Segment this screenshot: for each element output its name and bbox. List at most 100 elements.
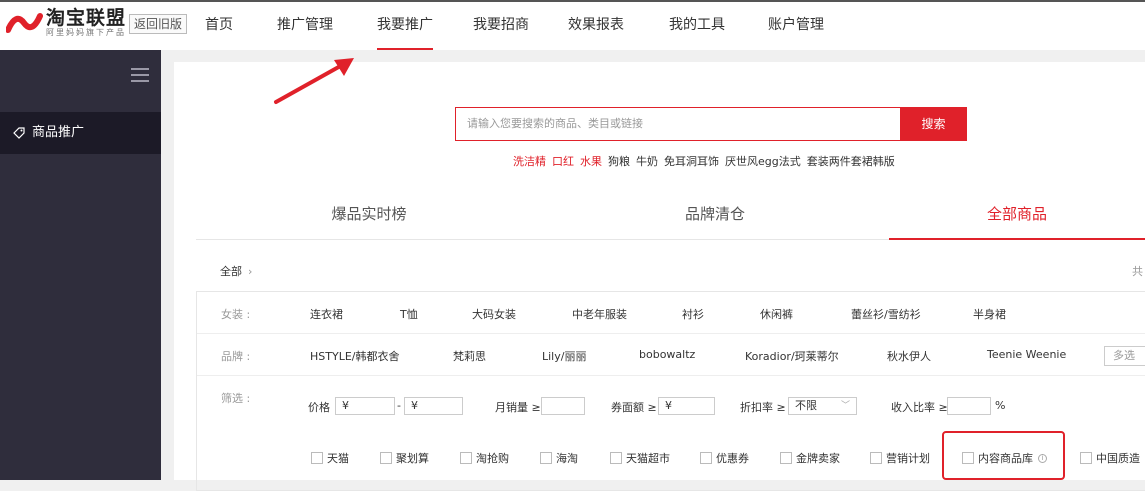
category-item[interactable]: 连衣裙 — [310, 306, 343, 322]
total-count-label: 共 — [1132, 265, 1143, 278]
category-item[interactable]: 大码女装 — [472, 306, 516, 322]
checkbox-juhuasuan[interactable]: 聚划算 — [380, 450, 429, 466]
checkbox-label: 天猫超市 — [626, 452, 670, 465]
nav-promote[interactable]: 我要推广 — [377, 2, 433, 50]
checkbox-label: 天猫 — [327, 452, 349, 465]
chevron-down-icon: ﹀ — [840, 401, 850, 411]
category-item[interactable]: 蕾丝衫/雪纺衫 — [851, 306, 921, 322]
checkbox-tmall[interactable]: 天猫 — [311, 450, 349, 466]
discount-label: 折扣率 ≥ — [740, 401, 786, 414]
hot-word[interactable]: 口红 — [552, 153, 574, 169]
sidebar-item-product-promotion[interactable]: 商品推广 — [0, 112, 161, 154]
category-item[interactable]: 休闲裤 — [760, 306, 793, 322]
checkbox-label: 金牌卖家 — [796, 452, 840, 465]
checkbox-label: 中国质造 — [1096, 452, 1140, 465]
nav-tools[interactable]: 我的工具 — [669, 2, 725, 50]
main-nav: 首页 推广管理 我要推广 我要招商 效果报表 我的工具 账户管理 — [190, 2, 824, 50]
annotation-arrow-icon — [274, 58, 354, 104]
logo-mark-icon — [5, 10, 44, 36]
checkbox-box[interactable] — [1080, 452, 1092, 464]
nav-merchant-recruit[interactable]: 我要招商 — [473, 2, 529, 50]
hot-word[interactable]: 免耳洞耳饰 — [664, 153, 719, 169]
checkbox-box[interactable] — [311, 452, 323, 464]
checkbox-gold-seller[interactable]: 金牌卖家 — [780, 450, 840, 466]
tab-all-products[interactable]: 全部商品 — [889, 190, 1145, 240]
menu-toggle-icon[interactable] — [131, 68, 149, 86]
filter-row-category: 女装 : 连衣裙 T恤 大码女装 中老年服装 衬衫 休闲裤 蕾丝衫/雪纺衫 半身… — [197, 292, 1145, 334]
tag-icon — [13, 127, 25, 139]
discount-value: 不限 — [795, 399, 817, 412]
checkbox-box[interactable] — [780, 452, 792, 464]
brand-item[interactable]: 梵莉思 — [453, 348, 486, 364]
nav-account[interactable]: 账户管理 — [768, 2, 824, 50]
main-content: 请输入您要搜索的商品、类目或链接 搜索 洗洁精 口红 水果 狗粮 牛奶 免耳洞耳… — [174, 62, 1145, 491]
filter-row-brand: 品牌 : HSTYLE/韩都衣舍 梵莉思 Lily/丽丽 bobowaltz K… — [197, 334, 1145, 376]
brand-item[interactable]: Koradior/珂莱蒂尔 — [745, 348, 839, 364]
price-max-input[interactable]: ¥ — [404, 397, 463, 415]
hot-word[interactable]: 厌世风egg法式 — [725, 153, 801, 169]
income-ratio-input[interactable] — [947, 397, 991, 415]
filter-label: 品牌 : — [221, 350, 251, 363]
monthly-sales-label: 月销量 ≥ — [495, 401, 541, 414]
checkbox-box[interactable] — [540, 452, 552, 464]
product-tabs: 爆品实时榜 品牌清仓 全部商品 — [196, 190, 1145, 240]
brand-item[interactable]: Teenie Weenie — [987, 348, 1066, 361]
multi-select-button[interactable]: 多选 — [1104, 346, 1145, 366]
category-item[interactable]: 中老年服装 — [572, 306, 627, 322]
price-separator: - — [397, 399, 401, 412]
top-navigation-bar: 淘宝联盟 阿里妈妈旗下产品 返回旧版 首页 推广管理 我要推广 我要招商 效果报… — [0, 0, 1145, 50]
breadcrumb[interactable]: 全部 › — [220, 263, 252, 279]
chevron-right-icon: › — [248, 265, 253, 278]
brand-item[interactable]: Lily/丽丽 — [542, 348, 586, 364]
checkbox-tmall-supermarket[interactable]: 天猫超市 — [610, 450, 670, 466]
category-item[interactable]: 半身裙 — [973, 306, 1006, 322]
income-ratio-label: 收入比率 ≥ — [891, 401, 948, 414]
search-button[interactable]: 搜索 — [900, 107, 967, 141]
checkbox-box[interactable] — [460, 452, 472, 464]
logo-subtitle: 阿里妈妈旗下产品 — [46, 28, 126, 37]
nav-reports[interactable]: 效果报表 — [568, 2, 624, 50]
logo-name: 淘宝联盟 — [46, 7, 127, 29]
checkbox-marketing-plan[interactable]: 营销计划 — [870, 450, 930, 466]
tab-brand-clearance[interactable]: 品牌清仓 — [542, 190, 888, 240]
sidebar: 商品推广 — [0, 50, 161, 480]
brand-item[interactable]: HSTYLE/韩都衣舍 — [310, 348, 399, 364]
checkbox-taoqianggou[interactable]: 淘抢购 — [460, 450, 509, 466]
checkbox-coupon[interactable]: 优惠券 — [700, 450, 749, 466]
nav-home[interactable]: 首页 — [205, 2, 233, 50]
checkbox-box[interactable] — [870, 452, 882, 464]
checkbox-china-quality[interactable]: 中国质造 — [1080, 450, 1140, 466]
brand-item[interactable]: 秋水伊人 — [887, 348, 931, 364]
hot-word[interactable]: 水果 — [580, 153, 602, 169]
hot-word[interactable]: 牛奶 — [636, 153, 658, 169]
hot-word[interactable]: 狗粮 — [608, 153, 630, 169]
hot-words: 洗洁精 口红 水果 狗粮 牛奶 免耳洞耳饰 厌世风egg法式 套装两件套裙韩版 — [513, 153, 901, 169]
checkbox-label: 聚划算 — [396, 452, 429, 465]
checkbox-label: 营销计划 — [886, 452, 930, 465]
tab-hot-ranking[interactable]: 爆品实时榜 — [196, 190, 542, 240]
checkbox-box[interactable] — [380, 452, 392, 464]
monthly-sales-input[interactable] — [541, 397, 585, 415]
coupon-label: 券面额 ≥ — [611, 401, 657, 414]
filter-label: 筛选 : — [221, 392, 251, 405]
nav-promotion-management[interactable]: 推广管理 — [277, 2, 333, 50]
coupon-input[interactable]: ¥ — [658, 397, 715, 415]
return-old-version-button[interactable]: 返回旧版 — [129, 14, 188, 34]
checkbox-label: 优惠券 — [716, 452, 749, 465]
checkbox-label: 海淘 — [556, 452, 578, 465]
percent-unit: % — [995, 399, 1006, 412]
checkbox-box[interactable] — [700, 452, 712, 464]
search-input[interactable]: 请输入您要搜索的商品、类目或链接 — [455, 107, 901, 141]
discount-select[interactable]: 不限 ﹀ — [788, 397, 857, 415]
hot-word[interactable]: 洗洁精 — [513, 153, 546, 169]
annotation-highlight-box — [942, 431, 1065, 480]
category-item[interactable]: T恤 — [400, 306, 418, 322]
category-item[interactable]: 衬衫 — [682, 306, 704, 322]
taobao-union-logo[interactable]: 淘宝联盟 阿里妈妈旗下产品 — [5, 7, 127, 38]
hot-word[interactable]: 套装两件套裙韩版 — [807, 153, 895, 169]
breadcrumb-all[interactable]: 全部 — [220, 265, 242, 278]
brand-item[interactable]: bobowaltz — [639, 348, 695, 361]
price-min-input[interactable]: ¥ — [335, 397, 395, 415]
checkbox-haitao[interactable]: 海淘 — [540, 450, 578, 466]
checkbox-box[interactable] — [610, 452, 622, 464]
